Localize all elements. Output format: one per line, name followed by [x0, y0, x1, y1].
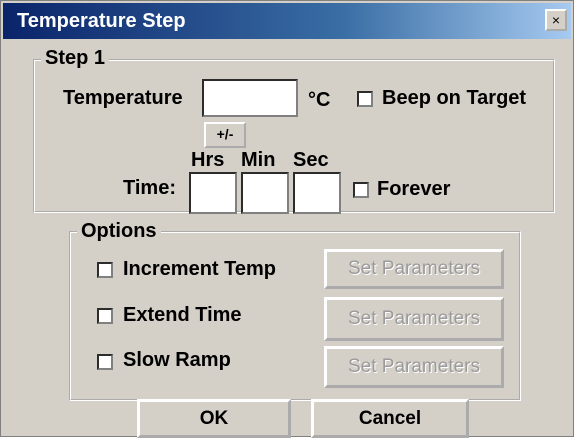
slow-ramp-checkbox[interactable] [97, 354, 113, 370]
time-label: Time: [123, 177, 176, 199]
temperature-input[interactable] [202, 79, 298, 117]
sec-label: Sec [293, 149, 329, 171]
cancel-button[interactable]: Cancel [311, 399, 469, 438]
forever-checkbox[interactable] [353, 182, 369, 198]
increment-set-parameters-button[interactable]: Set Parameters [324, 249, 504, 289]
temperature-step-dialog: Temperature Step × Step 1 Temperature °C… [0, 0, 574, 438]
celsius-unit-label: °C [308, 89, 331, 111]
close-button[interactable]: × [545, 9, 567, 31]
plus-minus-button[interactable]: +/- [204, 122, 246, 148]
extend-time-checkbox[interactable] [97, 308, 113, 324]
hours-input[interactable] [189, 172, 237, 214]
extend-time-label: Extend Time [123, 304, 242, 326]
slowramp-set-parameters-button[interactable]: Set Parameters [324, 346, 504, 388]
title-bar[interactable]: Temperature Step × [3, 3, 571, 39]
extend-set-parameters-button[interactable]: Set Parameters [324, 297, 504, 341]
beep-on-target-checkbox[interactable] [357, 91, 373, 107]
increment-temp-label: Increment Temp [123, 258, 276, 280]
slow-ramp-label: Slow Ramp [123, 349, 231, 371]
window-title: Temperature Step [17, 10, 186, 32]
forever-label: Forever [377, 178, 451, 200]
seconds-input[interactable] [293, 172, 341, 214]
beep-on-target-label: Beep on Target [382, 87, 527, 109]
step1-legend: Step 1 [41, 47, 110, 70]
min-label: Min [241, 149, 276, 171]
temperature-label: Temperature [63, 87, 183, 109]
minutes-input[interactable] [241, 172, 289, 214]
hrs-label: Hrs [191, 149, 225, 171]
ok-button[interactable]: OK [137, 399, 291, 438]
increment-temp-checkbox[interactable] [97, 262, 113, 278]
options-legend: Options [77, 220, 161, 243]
